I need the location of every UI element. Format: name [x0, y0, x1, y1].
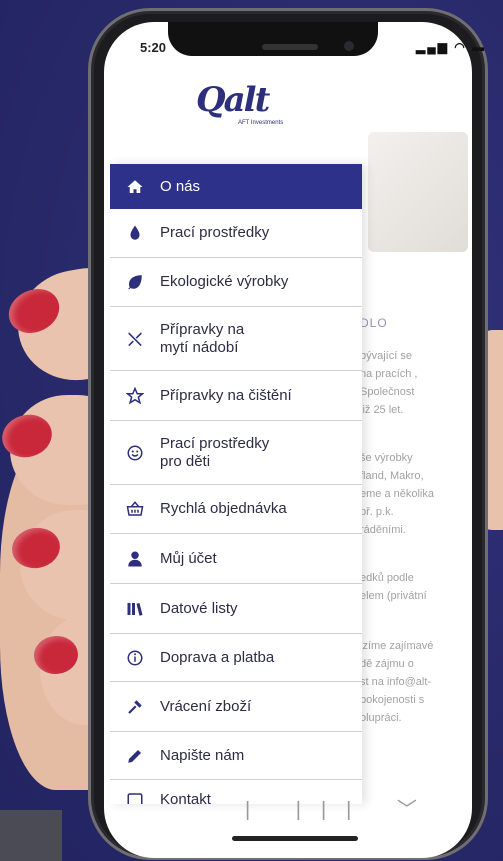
- leaf-icon: [110, 273, 160, 291]
- background-text-line: pokojenosti s: [360, 694, 425, 706]
- menu-item-label: Prací prostředky: [160, 224, 270, 241]
- background-text-line: edků podle: [360, 572, 414, 584]
- menu-item[interactable]: Datové listy: [110, 584, 362, 634]
- menu-item[interactable]: Prací prostředky: [110, 209, 362, 258]
- menu-item[interactable]: Rychlá objednávka: [110, 485, 362, 534]
- background-page: DLO bývající se na pracích , Společnost již…: [360, 120, 470, 760]
- background-text-line: ráděními.: [360, 524, 406, 536]
- background-text-line: bývající se: [360, 350, 412, 362]
- menu-item-label: Přípravky na čištění: [160, 386, 292, 404]
- phone-notch: [168, 22, 378, 56]
- promo-background: 5:20 ▂▄▆ ◠ ▬ DLO bývající se na pracích ,…: [0, 0, 503, 861]
- menu-item[interactable]: Vrácení zboží: [110, 682, 362, 732]
- background-text-line: elem (privátní: [360, 590, 427, 602]
- menu-item[interactable]: Prací prostředky pro děti: [110, 421, 362, 485]
- front-camera: [344, 41, 354, 51]
- books-icon: [110, 600, 160, 618]
- smiley-icon: [110, 444, 160, 462]
- tools-icon: [110, 698, 160, 716]
- user-icon: [110, 550, 160, 568]
- menu-item[interactable]: Napište nám: [110, 732, 362, 780]
- cutlery-icon: [110, 330, 160, 348]
- background-text-line: še výrobky: [360, 452, 413, 464]
- info-icon: [110, 649, 160, 667]
- side-menu: O nás Prací prostředky Ekologické výrobky P…: [110, 164, 362, 804]
- contact-icon: [110, 791, 160, 804]
- basket-icon: [110, 500, 160, 518]
- background-text-line: fland, Makro,: [360, 470, 424, 482]
- background-text-line: st na info@alt-: [360, 676, 432, 688]
- background-text-line: izíme zajímavé: [360, 640, 434, 652]
- menu-item-label: Napište nám: [160, 746, 245, 764]
- pencil-icon: [110, 747, 160, 765]
- background-heading: DLO: [360, 316, 388, 330]
- background-text-line: eme a několika: [360, 488, 434, 500]
- product-image: [368, 132, 468, 252]
- menu-item-label: Rychlá objednávka: [160, 500, 287, 517]
- menu-item-label: Doprava a platba: [160, 648, 275, 666]
- menu-item-label: Prací prostředky pro děti: [160, 434, 270, 470]
- corner-block: [0, 810, 62, 861]
- status-time: 5:20: [140, 40, 167, 55]
- menu-item[interactable]: Ekologické výrobky: [110, 258, 362, 307]
- menu-item-label: Vrácení zboží: [160, 697, 252, 715]
- menu-item-label: Přípravky na mytí nádobí: [160, 320, 245, 356]
- background-text-line: Společnost: [360, 386, 415, 398]
- home-indicator[interactable]: [232, 836, 358, 841]
- menu-item-label: Kontakt: [160, 790, 211, 805]
- status-icons: ▂▄▆ ◠ ▬: [416, 40, 487, 54]
- background-text-line: již 25 let.: [360, 404, 404, 416]
- menu-item[interactable]: Můj účet: [110, 534, 362, 584]
- background-text-line: na pracích ,: [360, 368, 418, 380]
- star-icon: [110, 386, 160, 405]
- background-text-line: př. p.k.: [360, 506, 394, 518]
- menu-item[interactable]: Přípravky na čištění: [110, 371, 362, 421]
- menu-item[interactable]: Doprava a platba: [110, 634, 362, 682]
- menu-item-label: Ekologické výrobky: [160, 273, 289, 290]
- background-text-line: dě zájmu o: [360, 658, 414, 670]
- brand-logo[interactable]: Qalt AFT Investments: [196, 80, 296, 130]
- menu-item[interactable]: Přípravky na mytí nádobí: [110, 307, 362, 371]
- menu-item-label: Můj účet: [160, 549, 217, 567]
- background-text-line: olupráci.: [360, 712, 402, 724]
- speaker-grille: [262, 44, 318, 50]
- menu-item-label: Datové listy: [160, 599, 238, 617]
- menu-item-label: O nás: [160, 177, 201, 195]
- menu-item[interactable]: O nás: [110, 164, 362, 209]
- home-icon: [110, 178, 160, 196]
- logo-subtext: AFT Investments: [238, 120, 284, 126]
- browser-bottom-nav[interactable]: | ||| ﹀: [245, 793, 437, 822]
- drop-icon: [110, 224, 160, 242]
- logo-wordmark: Qalt: [196, 80, 270, 120]
